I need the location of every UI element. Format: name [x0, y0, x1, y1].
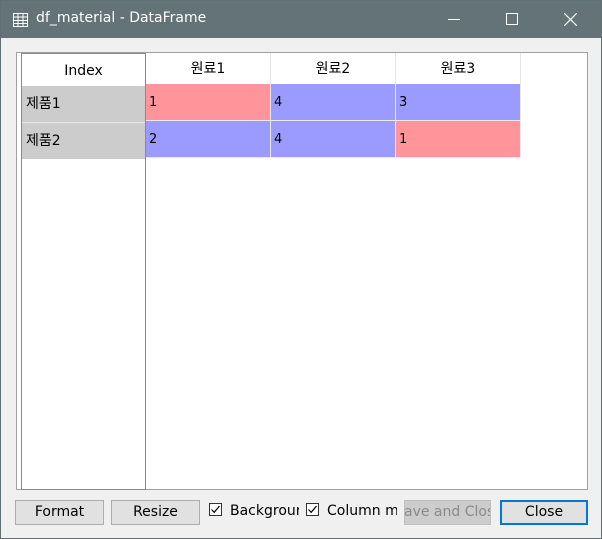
- close-icon: [564, 13, 577, 26]
- maximize-icon: [506, 13, 518, 25]
- column-header[interactable]: 원료3: [396, 53, 521, 85]
- index-header[interactable]: Index: [22, 54, 145, 86]
- table-cell[interactable]: 4: [271, 84, 396, 121]
- table-cell[interactable]: 4: [271, 121, 396, 158]
- table-cell[interactable]: 1: [396, 121, 521, 158]
- table-cell[interactable]: 3: [396, 84, 521, 121]
- column-header[interactable]: 원료1: [146, 53, 271, 85]
- index-cell[interactable]: 제품2: [22, 123, 145, 159]
- background-checkbox[interactable]: Backgrour: [209, 501, 299, 521]
- close-button[interactable]: Close: [500, 500, 588, 525]
- save-and-close-button[interactable]: ave and Clos: [404, 500, 491, 525]
- minimize-icon: [448, 19, 460, 20]
- checkmark-icon: [211, 505, 220, 514]
- dataframe-grid[interactable]: Index 제품1 제품2 원료1 원료2 원료3 1 4 3 2 4 1: [16, 52, 588, 490]
- index-cell[interactable]: 제품1: [22, 86, 145, 123]
- checkbox-box[interactable]: [306, 503, 319, 516]
- column-min-checkbox[interactable]: Column mi: [306, 501, 397, 521]
- title-bar[interactable]: df_material - DataFrame: [1, 1, 601, 38]
- dataframe-window: df_material - DataFrame Index 제품1 제품2 원료…: [0, 0, 602, 539]
- checkmark-icon: [308, 505, 317, 514]
- checkbox-box[interactable]: [209, 503, 222, 516]
- close-window-button[interactable]: [547, 1, 593, 38]
- maximize-button[interactable]: [489, 1, 535, 38]
- table-cell[interactable]: 1: [146, 84, 271, 121]
- format-button[interactable]: Format: [15, 500, 104, 525]
- minimize-button[interactable]: [431, 1, 477, 38]
- resize-button[interactable]: Resize: [111, 500, 200, 525]
- table-icon: [13, 12, 28, 27]
- column-header[interactable]: 원료2: [271, 53, 396, 85]
- index-panel: Index 제품1 제품2: [21, 53, 146, 490]
- background-label: Backgrour: [230, 503, 299, 519]
- table-cell[interactable]: 2: [146, 121, 271, 158]
- column-min-label: Column mi: [327, 503, 397, 519]
- window-title: df_material - DataFrame: [36, 10, 207, 26]
